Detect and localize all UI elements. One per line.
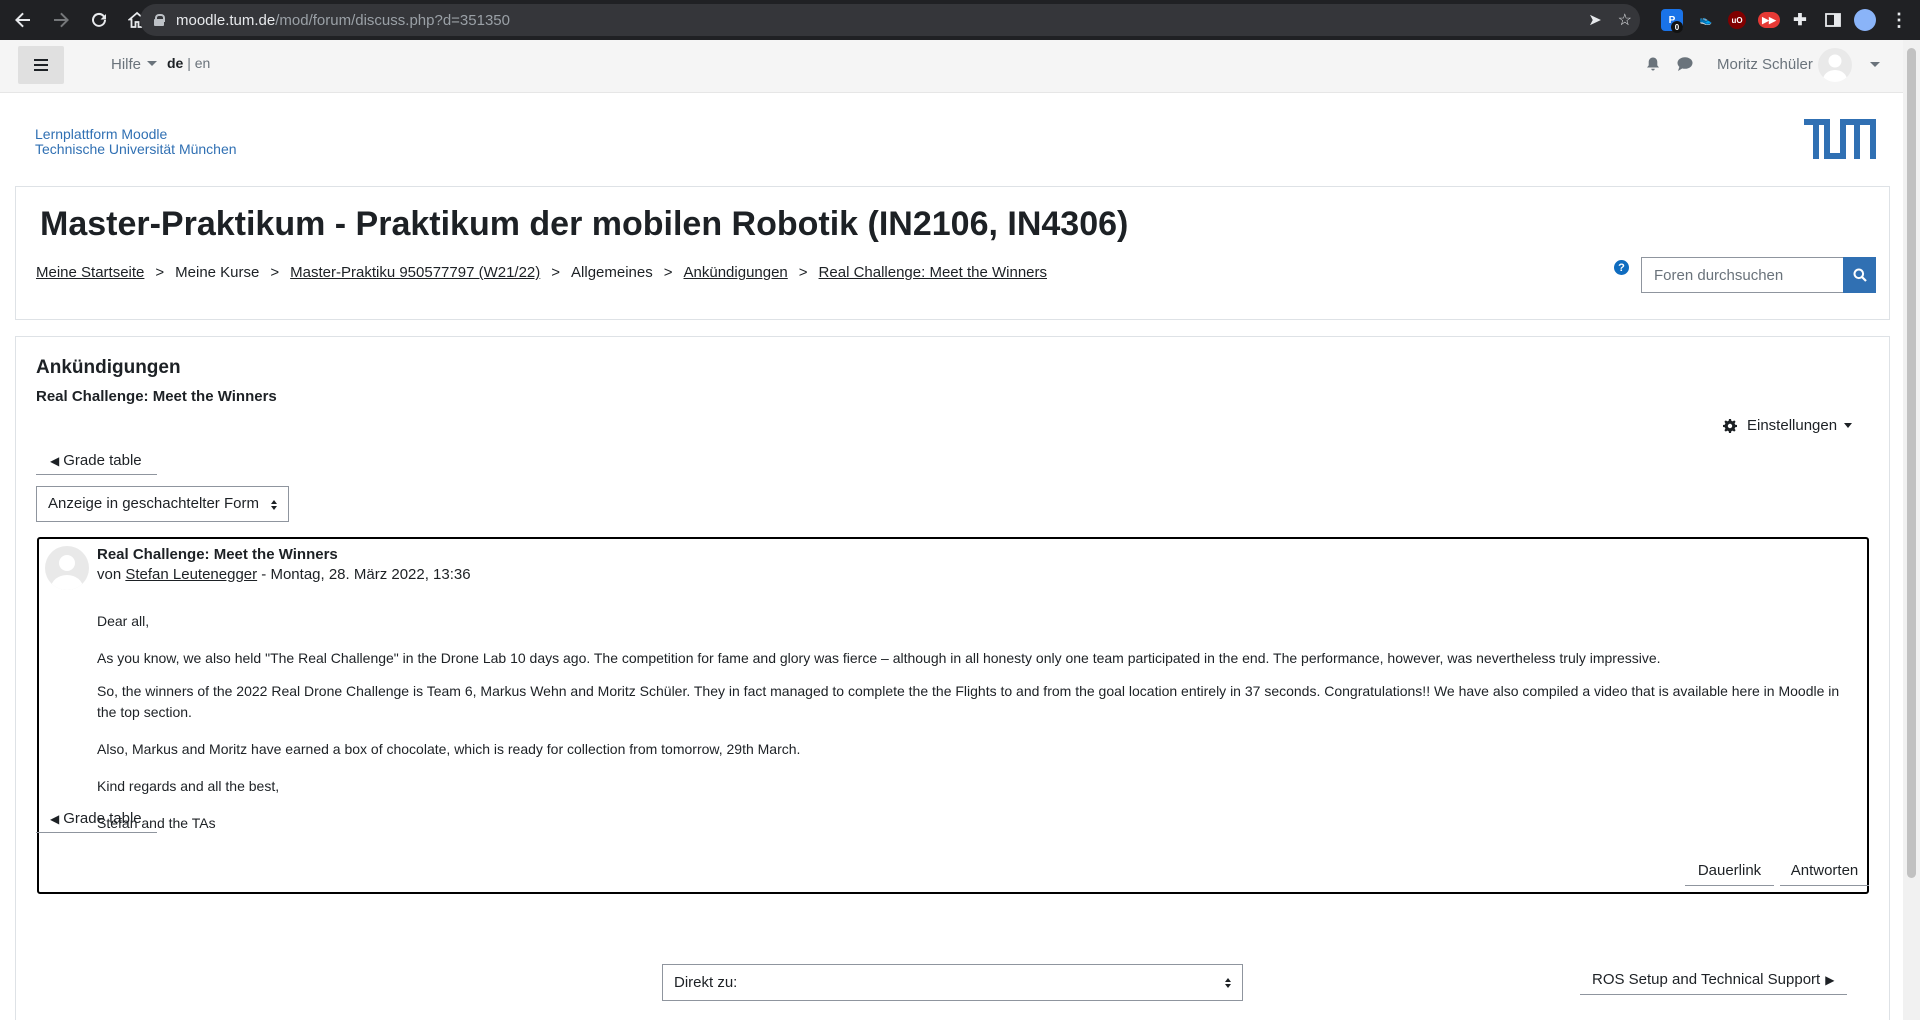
- settings-label: Einstellungen: [1747, 417, 1838, 434]
- back-icon[interactable]: [8, 5, 38, 35]
- breadcrumb-separator: >: [663, 264, 673, 281]
- profile-icon[interactable]: [1854, 9, 1876, 31]
- url-path: /mod/forum/discuss.php?d=351350: [275, 11, 510, 29]
- main-region: Ankündigungen Real Challenge: Meet the W…: [15, 336, 1890, 1020]
- language-switcher: de | en: [167, 55, 210, 71]
- breadcrumb: Meine Startseite > Meine Kurse > Master-…: [36, 264, 1047, 281]
- triangle-right-icon: ▶: [1825, 973, 1835, 987]
- settings-menu-button[interactable]: Einstellungen: [1723, 417, 1853, 434]
- url-host: moodle.tum.de: [176, 11, 276, 29]
- post-content: Dear all, As you know, we also held "The…: [97, 611, 1847, 850]
- extension-badge: 0: [1671, 21, 1683, 33]
- lock-icon: [154, 14, 165, 26]
- post-byline: von Stefan Leutenegger - Montag, 28. Mär…: [97, 566, 471, 583]
- post-paragraph: Dear all,: [97, 613, 150, 629]
- grade-table-link-top[interactable]: ◀ Grade table: [36, 445, 157, 475]
- drawer-toggle-button[interactable]: [18, 46, 64, 84]
- send-tab-icon[interactable]: ➤: [1588, 10, 1601, 30]
- caret-down-icon: [147, 61, 158, 66]
- post-author-link[interactable]: Stefan Leutenegger: [125, 566, 257, 583]
- bookmark-star-icon[interactable]: ☆: [1618, 10, 1632, 30]
- reply-link[interactable]: Antworten: [1780, 858, 1869, 886]
- bell-icon[interactable]: [1645, 56, 1661, 72]
- scrollbar-thumb[interactable]: [1907, 48, 1916, 878]
- forum-post: Real Challenge: Meet the Winners von Ste…: [37, 537, 1869, 894]
- lang-current: de: [167, 55, 184, 71]
- site-name-line1: Lernplattform Moodle: [35, 126, 168, 142]
- extension-ublock-icon[interactable]: uO: [1728, 11, 1746, 29]
- user-avatar[interactable]: [1818, 48, 1852, 82]
- breadcrumb-separator: >: [551, 264, 561, 281]
- breadcrumb-item-course[interactable]: Master-Praktiku 950577797 (W21/22): [290, 264, 540, 281]
- triangle-left-icon: ◀: [50, 812, 60, 826]
- address-bar[interactable]: moodle.tum.de/mod/forum/discuss.php?d=35…: [140, 4, 1640, 36]
- site-name-link[interactable]: Lernplattform Moodle Technische Universi…: [35, 127, 237, 157]
- next-activity-link[interactable]: ROS Setup and Technical Support ▶: [1580, 965, 1847, 995]
- browser-toolbar: moodle.tum.de/mod/forum/discuss.php?d=35…: [0, 0, 1920, 40]
- display-mode-select[interactable]: Anzeige in geschachtelter Form: [36, 486, 289, 522]
- jump-to-select[interactable]: Direkt zu:: [662, 964, 1243, 1001]
- course-title: Master-Praktikum - Praktikum der mobilen…: [40, 205, 1129, 243]
- lang-en-link[interactable]: en: [195, 55, 211, 71]
- post-paragraph: So, the winners of the 2022 Real Drone C…: [97, 683, 1840, 720]
- moodle-navbar: Hilfe de | en Moritz Schüler: [0, 40, 1903, 93]
- gear-icon: [1723, 418, 1737, 433]
- post-paragraph: Kind regards and all the best,: [97, 778, 280, 794]
- site-name-line2: Technische Universität München: [35, 141, 237, 157]
- post-subject: Real Challenge: Meet the Winners: [97, 546, 338, 563]
- extensions-puzzle-icon[interactable]: ✚: [1789, 9, 1811, 31]
- breadcrumb-item-allgemeines: Allgemeines: [571, 264, 653, 281]
- post-paragraph: As you know, we also held "The Real Chal…: [97, 650, 1661, 666]
- reload-icon[interactable]: [84, 5, 114, 35]
- caret-down-icon: [1844, 423, 1853, 428]
- extension-video-icon[interactable]: ▶▶: [1758, 12, 1780, 28]
- select-arrows-icon: [1225, 978, 1232, 989]
- breadcrumb-separator: >: [798, 264, 808, 281]
- user-menu-caret-icon[interactable]: [1870, 62, 1880, 67]
- help-icon[interactable]: ?: [1614, 260, 1629, 275]
- post-paragraph: Stefan and the TAs: [97, 815, 216, 831]
- post-date: - Montag, 28. März 2022, 13:36: [257, 566, 471, 583]
- grade-table-link-bottom[interactable]: ◀ Grade table: [36, 803, 157, 833]
- breadcrumb-item-ankuendigungen[interactable]: Ankündigungen: [684, 264, 788, 281]
- browser-menu-icon[interactable]: ⋮: [1888, 9, 1910, 31]
- post-by-prefix: von: [97, 566, 122, 583]
- select-arrows-icon: [271, 500, 278, 511]
- forward-icon[interactable]: [46, 5, 76, 35]
- search-icon: [1853, 268, 1867, 282]
- forum-title: Ankündigungen: [36, 357, 181, 378]
- tum-logo: [1804, 119, 1876, 164]
- post-paragraph: Also, Markus and Moritz have earned a bo…: [97, 741, 801, 757]
- next-activity-label: ROS Setup and Technical Support: [1592, 971, 1821, 988]
- breadcrumb-item-meine-kurse: Meine Kurse: [175, 264, 260, 281]
- side-panel-icon[interactable]: [1822, 9, 1844, 31]
- jump-to-label: Direkt zu:: [674, 974, 738, 991]
- grade-table-label: Grade table: [63, 810, 142, 827]
- help-menu-label: Hilfe: [111, 56, 142, 73]
- display-mode-value: Anzeige in geschachtelter Form: [48, 495, 259, 512]
- permalink-link[interactable]: Dauerlink: [1685, 858, 1774, 886]
- messages-icon[interactable]: [1676, 56, 1694, 72]
- page-content: Lernplattform Moodle Technische Universi…: [0, 93, 1903, 1020]
- help-menu[interactable]: Hilfe: [111, 56, 158, 73]
- forum-search: [1641, 257, 1876, 293]
- lang-separator: |: [187, 55, 191, 71]
- breadcrumb-separator: >: [270, 264, 280, 281]
- page-header: Master-Praktikum - Praktikum der mobilen…: [15, 186, 1890, 320]
- user-name[interactable]: Moritz Schüler: [1717, 56, 1813, 73]
- breadcrumb-item-discussion[interactable]: Real Challenge: Meet the Winners: [819, 264, 1047, 281]
- search-button[interactable]: [1843, 257, 1876, 293]
- forum-search-input[interactable]: [1641, 257, 1843, 293]
- extension-shoe-icon[interactable]: 👟: [1695, 9, 1717, 31]
- grade-table-label: Grade table: [63, 452, 142, 469]
- breadcrumb-separator: >: [155, 264, 165, 281]
- page-scrollbar[interactable]: [1903, 40, 1920, 1020]
- breadcrumb-item-startseite[interactable]: Meine Startseite: [36, 264, 144, 281]
- author-avatar[interactable]: [45, 546, 89, 590]
- triangle-left-icon: ◀: [50, 454, 60, 468]
- discussion-title: Real Challenge: Meet the Winners: [36, 388, 277, 405]
